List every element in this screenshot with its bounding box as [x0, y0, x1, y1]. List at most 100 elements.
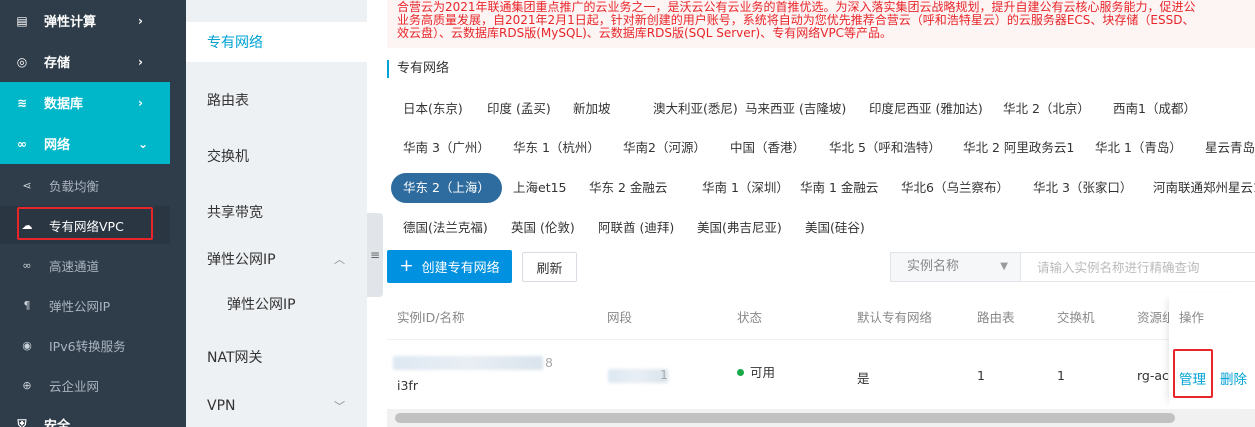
region-option[interactable]: 印度尼西亚 (雅加达)	[857, 94, 995, 124]
filter-field-select[interactable]: 实例名称 ▼	[890, 252, 1021, 282]
create-vpc-button[interactable]: + 创建专有网络	[387, 250, 512, 283]
cloud-icon: ☁	[21, 218, 33, 232]
sidebar-item-label: 弹性计算	[44, 15, 97, 30]
route-table-count: 1	[977, 368, 985, 383]
notice-banner: 合营云为2021年联通集团重点推广的云业务之一，是沃云公有云业务的首推优选。为深…	[387, 0, 1255, 48]
col-header-route-tables: 路由表	[977, 310, 1015, 325]
sidebar-sub-cen[interactable]: ⊕ 云企业网	[0, 366, 170, 404]
redacted-instance-id	[393, 356, 543, 370]
region-option[interactable]: 上海et15	[501, 173, 579, 203]
region-option[interactable]: 德国(法兰克福)	[391, 213, 500, 243]
chevron-right-icon: ›	[138, 13, 143, 28]
scrollbar-thumb[interactable]	[395, 413, 1175, 423]
region-option[interactable]: 华北6（乌兰察布）	[889, 173, 1021, 203]
region-option[interactable]: 美国(硅谷)	[793, 213, 877, 243]
sidebar-item-database[interactable]: ≋ 数据库 ›	[0, 82, 170, 123]
manage-link[interactable]: 管理	[1179, 368, 1206, 388]
region-option[interactable]: 华东 2 金融云	[577, 173, 679, 203]
submenu-label: 弹性公网IP	[207, 252, 276, 268]
col-header-status: 状态	[737, 310, 763, 325]
submenu-item-eip-group[interactable]: 弹性公网IP ︿	[186, 239, 367, 279]
menu-collapse-handle[interactable]: ≡	[367, 213, 383, 297]
region-option[interactable]: 日本(东京)	[391, 94, 475, 124]
region-option[interactable]: 华南2（河源）	[611, 133, 718, 163]
sidebar-sub-express-connect[interactable]: ∞ 高速通道	[0, 246, 170, 284]
delete-link[interactable]: 删除	[1220, 368, 1247, 388]
database-icon: ≋	[16, 95, 28, 110]
col-header-actions: 操作	[1179, 310, 1205, 325]
refresh-button[interactable]: 刷新	[522, 252, 577, 282]
submenu-item-shared-bandwidth[interactable]: 共享带宽	[186, 192, 367, 232]
region-option[interactable]: 华东 2（上海）	[391, 173, 502, 203]
status-badge: 可用	[737, 362, 775, 381]
chevron-up-icon: ︿	[334, 253, 345, 266]
col-header-cidr: 网段	[607, 310, 633, 325]
sidebar-sub-load-balancer[interactable]: ⋖ 负载均衡	[0, 166, 170, 204]
status-text: 可用	[750, 365, 776, 380]
sidebar-item-label: 安全	[44, 419, 71, 427]
region-option[interactable]: 星云青岛	[1193, 133, 1255, 163]
region-option[interactable]: 华南 3（广州）	[391, 133, 502, 163]
status-dot	[737, 369, 744, 376]
sidebar-item-network[interactable]: ∞ 网络 ⌄	[0, 123, 170, 164]
sidebar-sub-vpc[interactable]: ☁ 专有网络VPC	[0, 206, 170, 244]
redacted-cidr	[608, 369, 668, 383]
sidebar-sub-ipv6[interactable]: ◉ IPv6转换服务	[0, 326, 170, 364]
sidebar-sub-eip[interactable]: ¶ 弹性公网IP	[0, 286, 170, 324]
main-content: 合营云为2021年联通集团重点推广的云业务之一，是沃云公有云业务的首推优选。为深…	[383, 0, 1255, 427]
sidebar-sub-label: 专有网络VPC	[49, 218, 124, 234]
region-option[interactable]: 美国(弗吉尼亚)	[685, 213, 794, 243]
ipv6-icon: ◉	[22, 338, 32, 352]
region-option[interactable]: 华南 1 金融云	[788, 173, 890, 203]
menu-icon: ≡	[369, 248, 381, 262]
sidebar-item-label: 数据库	[44, 97, 84, 112]
submenu-item-eip[interactable]: 弹性公网IP	[186, 284, 367, 324]
submenu-label: 交换机	[207, 149, 249, 165]
sidebar-item-label: 网络	[44, 138, 71, 153]
filter-field-value: 实例名称	[907, 259, 960, 274]
region-option[interactable]: 河南联通郑州星云1	[1141, 173, 1255, 203]
sidebar-sub-label: 云企业网	[49, 378, 100, 394]
submenu-label: 路由表	[207, 93, 249, 109]
region-option[interactable]: 华北 1（青岛）	[1083, 133, 1194, 163]
region-option[interactable]: 华北 2（北京）	[991, 94, 1102, 124]
default-vpc-value: 是	[857, 371, 870, 386]
region-option[interactable]: 华北 5（呼和浩特）	[817, 133, 953, 163]
col-header-switches: 交换机	[1057, 310, 1095, 325]
region-option[interactable]: 华东 1（杭州）	[501, 133, 612, 163]
operations-column: 操作 管理 删除	[1169, 293, 1255, 408]
region-option[interactable]: 马来西亚 (吉隆坡)	[733, 94, 858, 124]
section-title: 专有网络	[387, 60, 449, 78]
chevron-right-icon: ›	[138, 54, 143, 69]
sidebar-sub-label: 负载均衡	[49, 178, 100, 194]
notice-line: 效云盘）、云数据库RDS版(MySQL)、云数据库RDS版(SQL Server…	[397, 26, 893, 40]
sidebar-item-security[interactable]: ⛨ 安全	[0, 404, 170, 427]
sidebar-item-storage[interactable]: ◎ 存储 ›	[0, 41, 170, 82]
region-option[interactable]: 华北 3（张家口）	[1021, 173, 1144, 203]
region-option[interactable]: 西南1（成都）	[1101, 94, 1208, 124]
region-option[interactable]: 华南 1（深圳）	[690, 173, 801, 203]
horizontal-scrollbar[interactable]	[387, 409, 1255, 427]
region-option[interactable]: 印度 (孟买)	[475, 94, 563, 124]
switch-count: 1	[1057, 368, 1065, 383]
region-option[interactable]: 阿联酋 (迪拜)	[586, 213, 686, 243]
disk-icon: ◎	[16, 54, 28, 69]
load-balance-icon: ⋖	[22, 178, 32, 192]
submenu-item-vswitches[interactable]: 交换机	[186, 136, 367, 176]
region-option[interactable]: 华北 2 阿里政务云1	[951, 133, 1086, 163]
region-option[interactable]: 中国（香港）	[718, 133, 817, 163]
submenu-item-vpc[interactable]: 专有网络	[186, 22, 367, 62]
create-vpc-label: 创建专有网络	[421, 261, 500, 276]
sidebar-sub-label: 高速通道	[49, 258, 100, 274]
globe-icon: ⊕	[22, 378, 32, 392]
link-icon: ∞	[22, 258, 32, 272]
submenu-item-nat-gateway[interactable]: NAT网关	[186, 337, 367, 377]
region-option[interactable]: 英国 (伦敦)	[499, 213, 587, 243]
search-input[interactable]	[1020, 252, 1255, 282]
sidebar-item-elastic-compute[interactable]: ▤ 弹性计算 ›	[0, 0, 170, 41]
submenu-item-route-tables[interactable]: 路由表	[186, 80, 367, 120]
submenu-item-vpn[interactable]: VPN ﹀	[186, 386, 367, 426]
instance-name[interactable]: i3fr	[397, 378, 418, 393]
region-option[interactable]: 新加坡	[561, 94, 623, 124]
chevron-down-icon: ⌄	[138, 136, 149, 151]
